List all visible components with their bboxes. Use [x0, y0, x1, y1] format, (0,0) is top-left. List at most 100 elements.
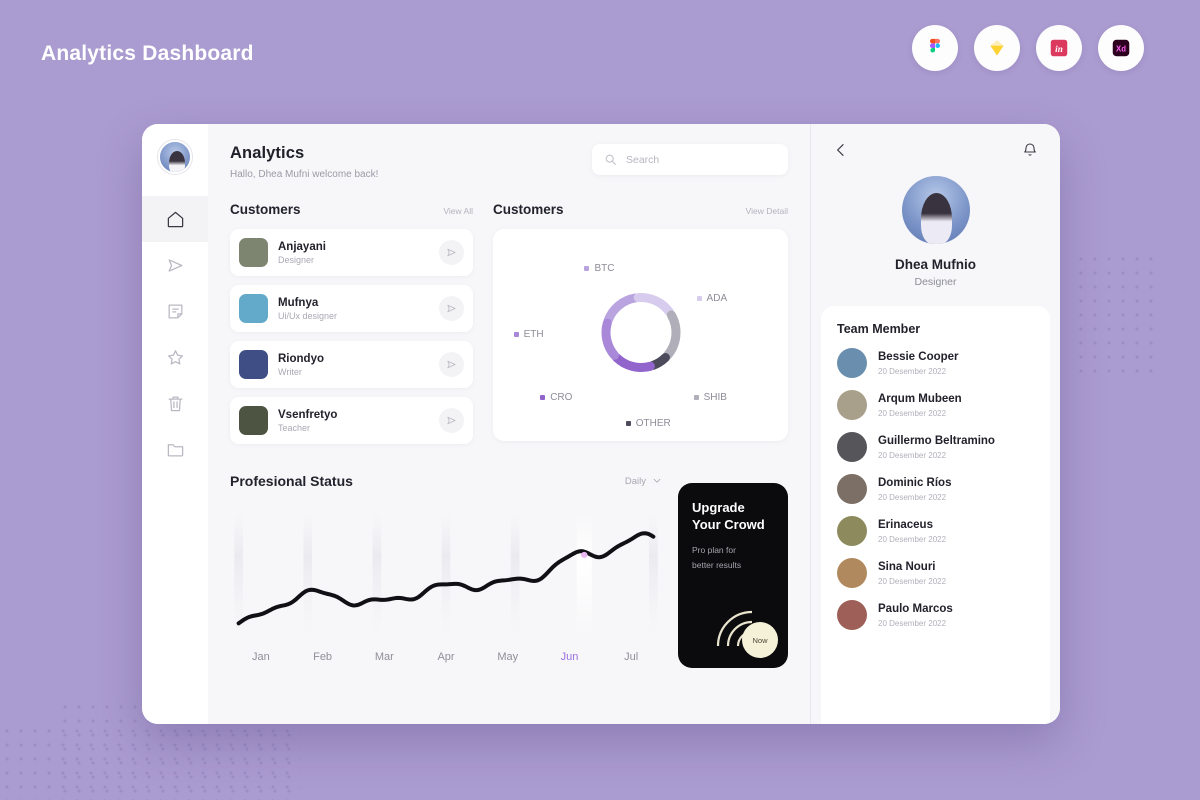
customers-title: Customers — [230, 202, 301, 217]
send-icon — [447, 416, 456, 425]
sidebar-item-home[interactable] — [142, 196, 208, 242]
sidebar-item-files[interactable] — [142, 426, 208, 472]
team-member-date: 20 Desember 2022 — [878, 492, 947, 502]
folder-icon — [167, 443, 183, 456]
send-icon — [447, 360, 456, 369]
month-label-may: May — [497, 651, 519, 663]
donut-chart-card: BTC ADA SHIB OTHER CRO ETH — [493, 229, 788, 441]
upgrade-subtitle: Pro plan for better results — [692, 543, 774, 573]
right-panel-toolbar — [833, 142, 1038, 158]
month-label-jul: Jul — [624, 651, 639, 663]
month-label-mar: Mar — [374, 651, 394, 663]
avatar — [837, 516, 867, 546]
customer-list: Anjayani Designer Mufnya Ui/Ux designer Rion… — [230, 229, 473, 444]
donut-segment-other[interactable] — [648, 353, 670, 370]
legend-swatch — [513, 331, 519, 337]
team-member-row[interactable]: Erinaceus 20 Desember 2022 — [837, 516, 1034, 546]
donut-segment-ada[interactable] — [633, 293, 674, 317]
team-member-row[interactable]: Sina Nouri 20 Desember 2022 — [837, 558, 1034, 588]
legend-swatch — [584, 265, 590, 271]
chart-column-may — [510, 513, 520, 637]
upgrade-title: Upgrade Your Crowd — [692, 500, 774, 534]
crypto-panel: Customers View Detail BTC ADA SHIB OTHER CRO… — [493, 202, 788, 453]
send-message-button[interactable] — [439, 408, 464, 433]
team-member-row[interactable]: Paulo Marcos 20 Desember 2022 — [837, 600, 1034, 630]
highlight-point[interactable] — [581, 551, 588, 558]
donut-chart — [595, 287, 687, 384]
view-detail-link[interactable]: View Detail — [746, 206, 788, 216]
chevron-down-icon — [653, 478, 661, 483]
invision-icon[interactable]: in — [1036, 25, 1082, 71]
team-member-date: 20 Desember 2022 — [878, 366, 947, 376]
customer-name: Anjayani — [278, 240, 326, 253]
upgrade-title-line1: Upgrade — [692, 500, 745, 515]
dot-pattern-right — [1074, 252, 1160, 382]
notifications-button[interactable] — [1022, 142, 1038, 158]
donut-segment-shib[interactable] — [662, 310, 680, 360]
donut-segment-btc[interactable] — [603, 293, 640, 325]
sketch-icon[interactable] — [974, 25, 1020, 71]
main-content: Analytics Hallo, Dhea Mufni welcome back… — [208, 124, 810, 724]
customer-row[interactable]: Riondyo Writer — [230, 341, 473, 388]
send-message-button[interactable] — [439, 296, 464, 321]
team-member-date: 20 Desember 2022 — [878, 408, 947, 418]
sidebar-item-notes[interactable] — [142, 288, 208, 334]
adobe-xd-icon[interactable]: Xd — [1098, 25, 1144, 71]
team-member-name: Bessie Cooper — [878, 351, 959, 364]
customer-row[interactable]: Mufnya Ui/Ux designer — [230, 285, 473, 332]
search-icon — [605, 154, 616, 165]
bell-icon — [1024, 143, 1036, 156]
page-title: Analytics Dashboard — [41, 42, 254, 65]
sidebar-item-favorites[interactable] — [142, 334, 208, 380]
avatar — [239, 238, 268, 267]
customer-row[interactable]: Anjayani Designer — [230, 229, 473, 276]
greeting-block: Analytics Hallo, Dhea Mufni welcome back… — [230, 144, 378, 180]
sidebar-item-send[interactable] — [142, 242, 208, 288]
period-dropdown[interactable]: Daily — [625, 476, 662, 487]
donut-segment-cro[interactable] — [611, 353, 655, 372]
legend-item-other: OTHER — [625, 418, 671, 429]
team-member-row[interactable]: Arqum Mubeen 20 Desember 2022 — [837, 390, 1034, 420]
team-member-row[interactable]: Dominic Ríos 20 Desember 2022 — [837, 474, 1034, 504]
avatar — [837, 348, 867, 378]
back-button[interactable] — [833, 142, 849, 158]
customer-row[interactable]: Vsenfretyo Teacher — [230, 397, 473, 444]
legend-swatch — [625, 420, 631, 426]
upgrade-card[interactable]: Upgrade Your Crowd Pro plan for better r… — [678, 483, 788, 668]
donut-segment-eth[interactable] — [601, 318, 619, 360]
customer-name: Mufnya — [278, 296, 319, 309]
chart-column-mar — [372, 513, 382, 637]
team-member-row[interactable]: Bessie Cooper 20 Desember 2022 — [837, 348, 1034, 378]
avatar — [837, 390, 867, 420]
star-icon — [167, 349, 183, 365]
home-icon — [167, 211, 183, 227]
sidebar-avatar[interactable] — [158, 140, 192, 174]
now-button[interactable]: Now — [742, 622, 778, 658]
month-label-apr: Apr — [437, 651, 455, 663]
legend-label: ADA — [706, 292, 728, 304]
legend-label: ETH — [523, 328, 544, 340]
view-all-link[interactable]: View All — [443, 206, 473, 216]
month-axis: Jan Feb Mar Apr May Jun Jul — [230, 651, 662, 663]
customers-header: Customers View All — [230, 202, 473, 217]
profile-name: Dhea Mufnio — [895, 257, 976, 272]
send-message-button[interactable] — [439, 352, 464, 377]
send-message-button[interactable] — [439, 240, 464, 265]
team-member-name: Erinaceus — [878, 519, 933, 532]
bottom-row: Profesional Status Daily Jan Feb Mar Apr May… — [230, 473, 788, 724]
avatar — [837, 600, 867, 630]
crypto-header: Customers View Detail — [493, 202, 788, 217]
legend-label: BTC — [594, 262, 615, 274]
search-input[interactable] — [626, 153, 776, 166]
page-heading: Analytics — [230, 144, 305, 162]
figma-icon[interactable] — [912, 25, 958, 71]
app-icon-row: in Xd — [912, 25, 1144, 71]
dashboard-window: Analytics Hallo, Dhea Mufni welcome back… — [142, 124, 1060, 724]
legend-item-ada: ADA — [696, 292, 728, 304]
search-box[interactable] — [592, 144, 788, 175]
upgrade-sub-line2: better results — [692, 559, 742, 570]
sidebar-item-trash[interactable] — [142, 380, 208, 426]
team-member-row[interactable]: Guillermo Beltramino 20 Desember 2022 — [837, 432, 1034, 462]
team-member-date: 20 Desember 2022 — [878, 450, 947, 460]
legend-item-cro: CRO — [540, 392, 572, 403]
